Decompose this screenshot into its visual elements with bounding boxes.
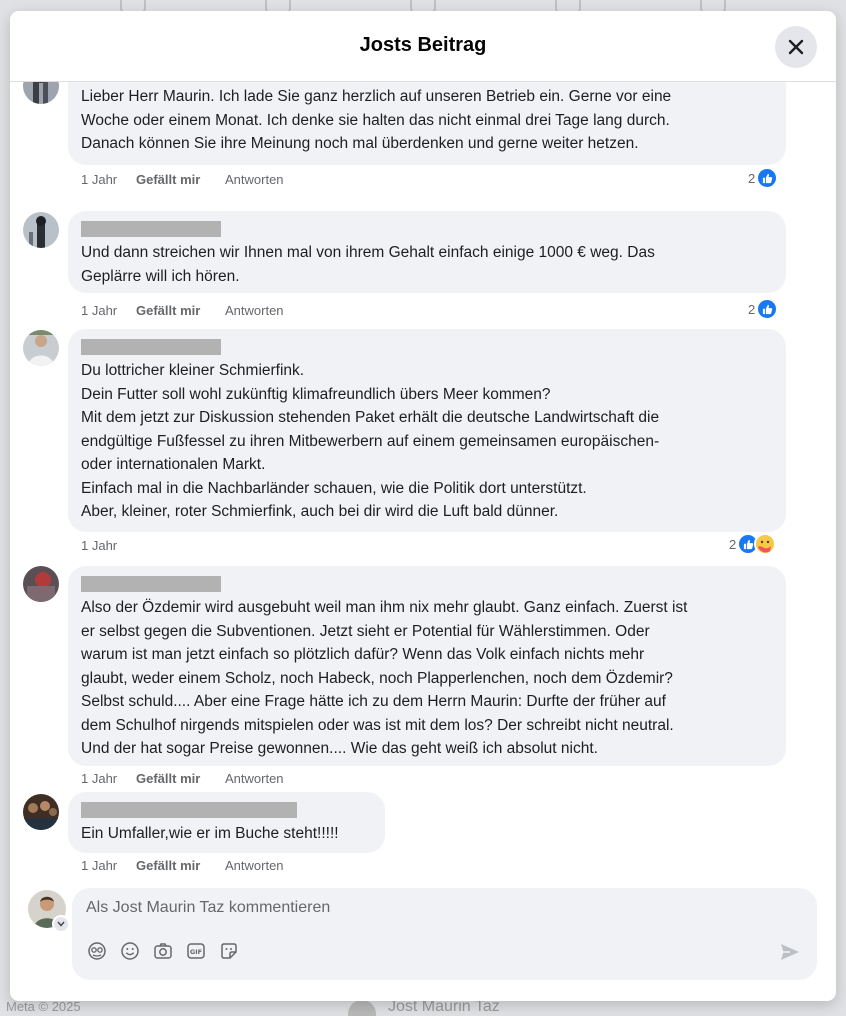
comment-time[interactable]: 1 Jahr (81, 538, 136, 553)
post-dialog: Josts Beitrag Lieber Herr Maurin. Ich la… (10, 11, 836, 1001)
sticker-icon[interactable] (218, 940, 240, 962)
comment-bubble: Und dann streichen wir Ihnen mal von ihr… (68, 211, 786, 293)
comment-actions: 1 Jahr Gefällt mir Antworten (81, 771, 284, 786)
author-name-redacted[interactable] (81, 339, 221, 355)
avatar[interactable] (23, 82, 59, 104)
comment-time[interactable]: 1 Jahr (81, 172, 136, 187)
comment-text: Also der Özdemir wird ausgebuht weil man… (81, 599, 688, 757)
comment-actions: 1 Jahr Gefällt mir Antworten (81, 303, 284, 318)
comments-list[interactable]: Lieber Herr Maurin. Ich lade Sie ganz he… (10, 82, 836, 882)
like-link[interactable]: Gefällt mir (136, 771, 225, 786)
like-link[interactable]: Gefällt mir (136, 303, 225, 318)
close-icon (788, 39, 804, 55)
reply-link[interactable]: Antworten (225, 858, 284, 873)
avatar[interactable] (23, 330, 59, 366)
reply-link[interactable]: Antworten (225, 303, 284, 318)
author-name-redacted[interactable] (81, 576, 221, 592)
dialog-header: Josts Beitrag (10, 11, 836, 82)
dialog-title: Josts Beitrag (359, 34, 487, 56)
like-reaction-icon (756, 167, 779, 189)
comment-time[interactable]: 1 Jahr (81, 771, 136, 786)
gif-icon[interactable]: GIF (185, 940, 207, 962)
camera-icon[interactable] (152, 940, 174, 962)
reply-link[interactable]: Antworten (225, 172, 284, 187)
emoji-icon[interactable] (119, 940, 141, 962)
comment-text: Und dann streichen wir Ihnen mal von ihr… (81, 244, 655, 285)
like-link[interactable]: Gefällt mir (136, 172, 225, 187)
comment-bubble: Also der Özdemir wird ausgebuht weil man… (68, 566, 786, 766)
comment-actions: 1 Jahr Gefällt mir Antworten (81, 858, 284, 873)
reaction-count: 2 (748, 170, 756, 186)
comment-bubble: Ein Umfaller,wie er im Buche steht!!!!! (68, 792, 385, 853)
comment-time[interactable]: 1 Jahr (81, 858, 136, 873)
comment-text: Lieber Herr Maurin. Ich lade Sie ganz he… (81, 88, 672, 152)
send-icon[interactable] (780, 943, 800, 966)
reaction-count: 2 (748, 301, 756, 317)
background-avatar (348, 1000, 376, 1016)
background-footer-meta: Meta © 2025 (6, 999, 81, 1014)
reaction-count: 2 (729, 536, 737, 552)
comment-actions: 1 Jahr Gefällt mir Antworten (81, 172, 284, 187)
comment-actions: 1 Jahr (81, 538, 136, 553)
author-name-redacted[interactable] (81, 802, 297, 818)
svg-text:GIF: GIF (190, 948, 202, 956)
like-link[interactable]: Gefällt mir (136, 858, 225, 873)
avatar-sticker-icon[interactable] (86, 940, 108, 962)
like-reaction-icon (756, 298, 779, 320)
care-reaction-icon (754, 533, 777, 555)
avatar[interactable] (23, 212, 59, 248)
comment-bubble: Lieber Herr Maurin. Ich lade Sie ganz he… (68, 82, 786, 165)
comment-text: Du lottricher kleiner Schmierfink. Dein … (81, 362, 660, 520)
comment-time[interactable]: 1 Jahr (81, 303, 136, 318)
chevron-down-icon[interactable] (52, 915, 70, 933)
composer-tools: GIF (86, 940, 240, 962)
avatar[interactable] (23, 794, 59, 830)
avatar[interactable] (23, 566, 59, 602)
reply-link[interactable]: Antworten (225, 771, 284, 786)
close-button[interactable] (775, 26, 817, 68)
comment-bubble: Du lottricher kleiner Schmierfink. Dein … (68, 329, 786, 532)
reaction-summary[interactable]: 2 (729, 533, 777, 555)
comment-input[interactable] (86, 899, 786, 917)
author-name-redacted[interactable] (81, 221, 221, 237)
reaction-summary[interactable]: 2 (748, 167, 779, 189)
comment-composer: GIF (72, 888, 817, 980)
reaction-summary[interactable]: 2 (748, 298, 779, 320)
comment-text: Ein Umfaller,wie er im Buche steht!!!!! (81, 825, 339, 842)
